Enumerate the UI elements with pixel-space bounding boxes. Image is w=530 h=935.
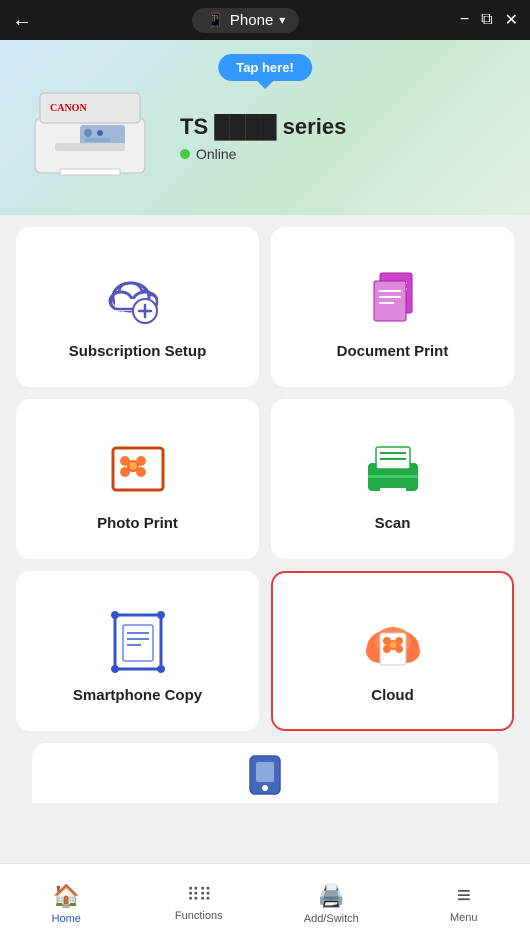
- restore-button[interactable]: ⧉: [481, 11, 492, 29]
- cloud-label: Cloud: [371, 687, 414, 704]
- nav-home-label: Home: [52, 913, 81, 925]
- nav-home[interactable]: 🏠 Home: [0, 875, 133, 925]
- functions-icon: ⠿⠿: [187, 885, 211, 906]
- subscription-setup-label: Subscription Setup: [69, 343, 207, 360]
- printer-model: TS ████ series: [180, 114, 346, 140]
- functions-grid-area: Subscription Setup Document Print: [0, 215, 530, 863]
- nav-menu-label: Menu: [450, 912, 478, 924]
- tap-bubble[interactable]: Tap here!: [218, 54, 312, 81]
- printer-status: Online: [180, 146, 346, 162]
- device-selector[interactable]: 📱 Phone ▾: [192, 8, 299, 33]
- nav-functions[interactable]: ⠿⠿ Functions: [133, 877, 266, 922]
- back-button[interactable]: ←: [12, 9, 32, 32]
- nav-functions-label: Functions: [175, 910, 223, 922]
- smartphone-copy-icon: [103, 605, 173, 675]
- cloud-item[interactable]: Cloud: [271, 571, 514, 731]
- smartphone-copy-item[interactable]: Smartphone Copy: [16, 571, 259, 731]
- window-controls: − ⧉ ✕: [460, 10, 518, 30]
- subscription-setup-icon: [103, 261, 173, 331]
- document-print-item[interactable]: Document Print: [271, 227, 514, 387]
- partial-card-container: [0, 743, 530, 803]
- smartphone-copy-label: Smartphone Copy: [73, 687, 202, 704]
- menu-icon: ≡: [457, 884, 471, 908]
- photo-print-icon: [103, 433, 173, 503]
- chevron-down-icon: ▾: [279, 13, 285, 27]
- home-icon: 🏠: [53, 883, 80, 909]
- functions-grid: Subscription Setup Document Print: [0, 215, 530, 743]
- scan-label: Scan: [375, 515, 411, 532]
- partial-card[interactable]: [32, 743, 498, 803]
- document-print-label: Document Print: [337, 343, 449, 360]
- status-indicator: [180, 149, 190, 159]
- nav-add-switch[interactable]: 🖨️ Add/Switch: [265, 875, 398, 925]
- nav-menu[interactable]: ≡ Menu: [398, 876, 530, 924]
- svg-text:CANON: CANON: [50, 103, 87, 114]
- phone-icon: 📱: [206, 12, 223, 29]
- printer-image: CANON: [20, 73, 160, 183]
- scan-item[interactable]: Scan: [271, 399, 514, 559]
- document-print-icon: [358, 261, 428, 331]
- printer-info: TS ████ series Online: [180, 114, 346, 162]
- scan-icon: [358, 433, 428, 503]
- photo-print-item[interactable]: Photo Print: [16, 399, 259, 559]
- title-bar: ← 📱 Phone ▾ − ⧉ ✕: [0, 0, 530, 40]
- nav-add-switch-label: Add/Switch: [304, 913, 359, 925]
- subscription-setup-item[interactable]: Subscription Setup: [16, 227, 259, 387]
- bottom-nav: 🏠 Home ⠿⠿ Functions 🖨️ Add/Switch ≡ Menu: [0, 863, 530, 935]
- hero-section: Tap here! CANON TS ████ series Online: [0, 40, 530, 215]
- cloud-icon: [358, 605, 428, 675]
- add-switch-icon: 🖨️: [318, 883, 345, 909]
- minimize-button[interactable]: −: [460, 11, 469, 29]
- photo-print-label: Photo Print: [97, 515, 178, 532]
- device-title: Phone: [230, 12, 273, 29]
- close-button[interactable]: ✕: [505, 10, 518, 30]
- status-text: Online: [196, 146, 236, 162]
